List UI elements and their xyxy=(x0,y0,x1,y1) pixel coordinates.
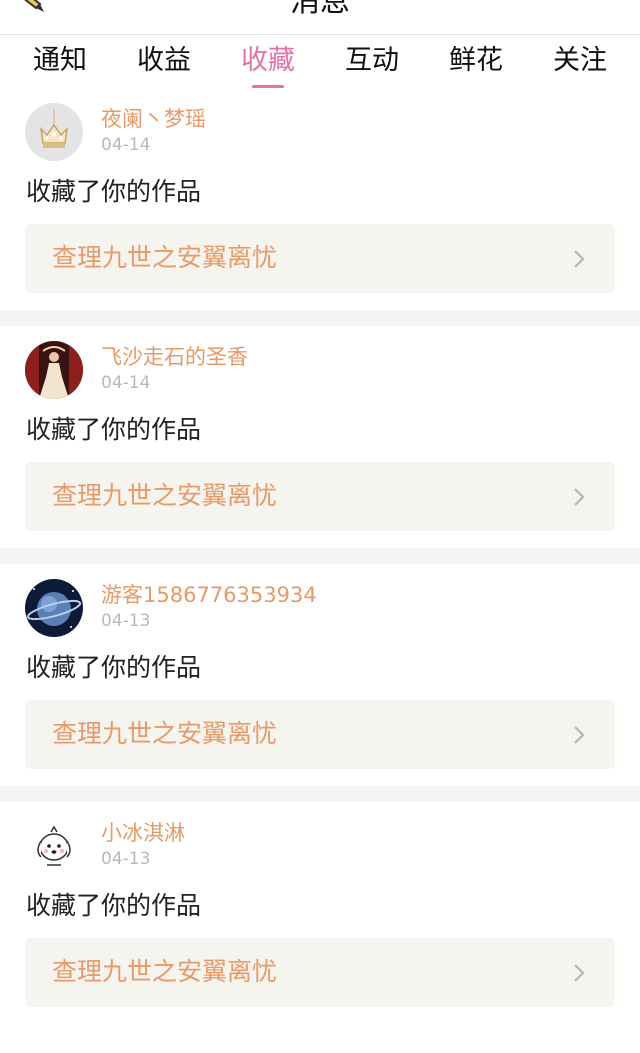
activity-text: 收藏了你的作品 xyxy=(26,653,202,682)
username[interactable]: 夜阑丶梦瑶 xyxy=(101,106,206,132)
activity-text: 收藏了你的作品 xyxy=(26,891,202,920)
tab-favorites[interactable]: 收藏 xyxy=(241,35,295,83)
girl-in-dress-avatar[interactable] xyxy=(25,341,83,399)
chevron-right-icon xyxy=(574,964,585,982)
cartoon-dog-avatar[interactable] xyxy=(25,817,83,875)
chevron-right-icon xyxy=(574,726,585,744)
activity-text: 收藏了你的作品 xyxy=(26,415,202,444)
work-title: 查理九世之安翼离忧 xyxy=(52,481,278,510)
timestamp: 04-14 xyxy=(101,373,151,393)
tab-flowers[interactable]: 鲜花 xyxy=(449,35,503,83)
username[interactable]: 小冰淇淋 xyxy=(101,820,185,846)
work-link[interactable]: 查理九世之安翼离忧 xyxy=(25,938,615,1007)
work-link[interactable]: 查理九世之安翼离忧 xyxy=(25,700,615,769)
timestamp: 04-14 xyxy=(101,135,151,155)
tab-following[interactable]: 关注 xyxy=(553,35,607,83)
username[interactable]: 飞沙走石的圣香 xyxy=(101,344,248,370)
separator xyxy=(0,786,640,802)
list-item: 游客1586776353934 04-13 收藏了你的作品 查理九世之安翼离忧 xyxy=(0,564,640,786)
crown-pendant-avatar[interactable] xyxy=(25,103,83,161)
list-item: 飞沙走石的圣香 04-14 收藏了你的作品 查理九世之安翼离忧 xyxy=(0,326,640,548)
work-link[interactable]: 查理九世之安翼离忧 xyxy=(25,224,615,293)
page-title: 消息 xyxy=(290,0,350,19)
tab-earnings[interactable]: 收益 xyxy=(137,35,191,83)
work-title: 查理九世之安翼离忧 xyxy=(52,719,278,748)
username[interactable]: 游客1586776353934 xyxy=(101,582,317,608)
tab-interactions[interactable]: 互动 xyxy=(345,35,399,83)
tab-notifications[interactable]: 通知 xyxy=(33,35,87,83)
chevron-right-icon xyxy=(574,488,585,506)
list-item: 小冰淇淋 04-13 收藏了你的作品 查理九世之安翼离忧 xyxy=(0,802,640,1024)
work-title: 查理九世之安翼离忧 xyxy=(52,957,278,986)
chevron-right-icon xyxy=(574,250,585,268)
timestamp: 04-13 xyxy=(101,611,151,631)
work-link[interactable]: 查理九世之安翼离忧 xyxy=(25,462,615,531)
activity-text: 收藏了你的作品 xyxy=(26,177,202,206)
list-item: 夜阑丶梦瑶 04-14 收藏了你的作品 查理九世之安翼离忧 xyxy=(0,88,640,310)
top-bar: 消息 xyxy=(0,0,640,34)
separator xyxy=(0,548,640,564)
planet-avatar[interactable] xyxy=(25,579,83,637)
timestamp: 04-13 xyxy=(101,849,151,869)
separator xyxy=(0,310,640,326)
tab-bar: 通知 收益 收藏 互动 鲜花 关注 xyxy=(0,34,640,88)
favorites-feed: 夜阑丶梦瑶 04-14 收藏了你的作品 查理九世之安翼离忧 飞沙走石的圣香 04… xyxy=(0,88,640,1024)
work-title: 查理九世之安翼离忧 xyxy=(52,243,278,272)
